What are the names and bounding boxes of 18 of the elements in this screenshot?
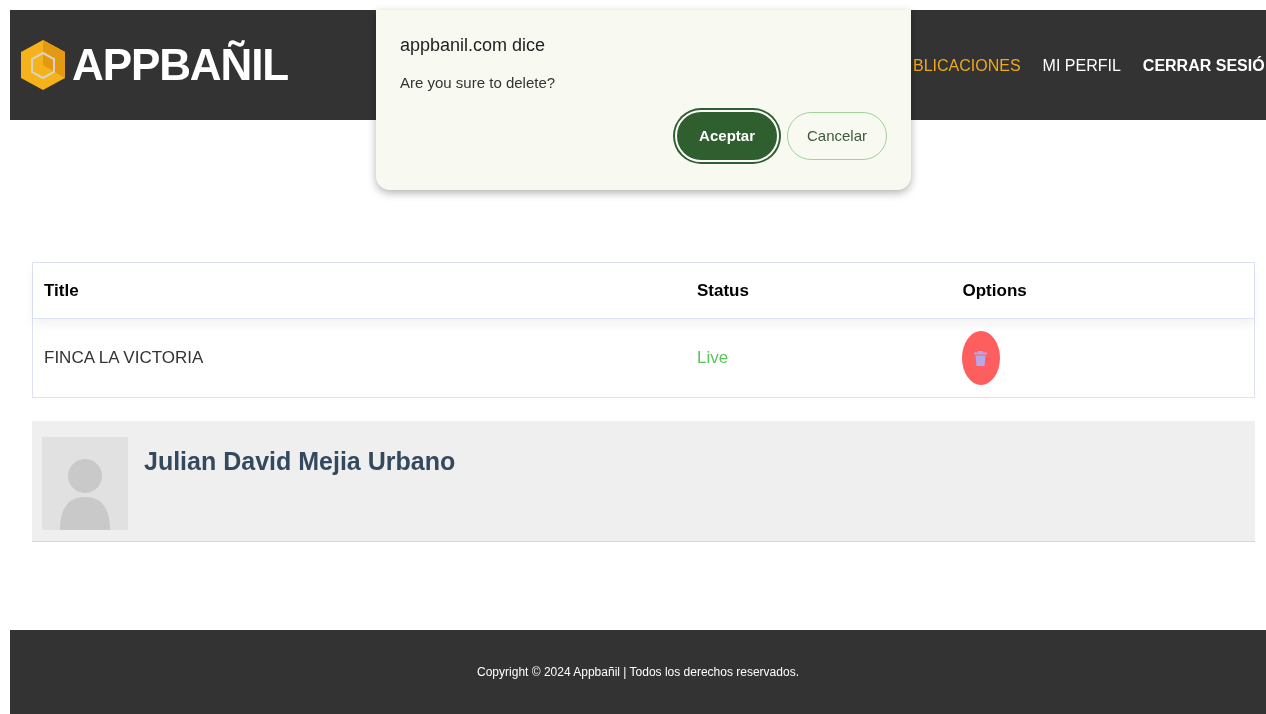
- copyright-text: Copyright © 2024 Appbañil | Todos los derechos reservados.: [477, 664, 799, 681]
- cancel-button[interactable]: Cancelar: [786, 112, 887, 160]
- column-header: Title: [44, 280, 79, 300]
- accept-button[interactable]: Aceptar: [675, 110, 779, 162]
- logo-icon: [21, 40, 65, 90]
- dialog-message: Are you sure to delete?: [400, 73, 556, 93]
- table-cell: FINCA LA VICTORIA: [44, 348, 204, 368]
- column-header: Status: [696, 280, 749, 300]
- logout-link[interactable]: CERRAR SESIÓ: [1142, 54, 1265, 78]
- nav-link[interactable]: MI PERFIL: [1042, 54, 1121, 78]
- trash-icon: [974, 350, 987, 366]
- status-text: Live: [696, 348, 729, 368]
- nav-link[interactable]: BLICACIONES: [913, 54, 1021, 78]
- dialog-title: appbanil.com dice: [400, 34, 546, 57]
- avatar-icon: [42, 437, 128, 530]
- delete-button[interactable]: [961, 331, 1000, 385]
- column-header: Options: [962, 280, 1027, 300]
- profile-name: Julian David Mejia Urbano: [144, 446, 456, 477]
